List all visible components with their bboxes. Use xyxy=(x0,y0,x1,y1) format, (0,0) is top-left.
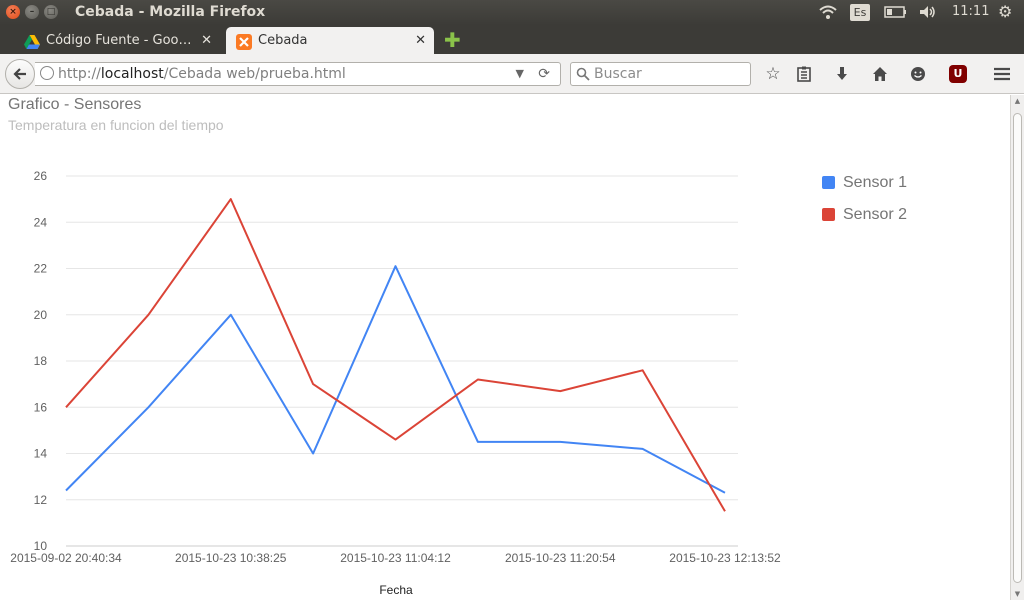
tab-close-icon[interactable]: ✕ xyxy=(201,27,212,54)
home-icon[interactable] xyxy=(869,63,891,85)
vertical-scrollbar[interactable]: ▲ ▼ xyxy=(1010,95,1024,600)
line-chart: 1012141618202224262015-09-02 20:40:34 201… xyxy=(10,169,781,597)
y-tick-label: 16 xyxy=(34,400,48,414)
series-line-sensor-1 xyxy=(65,265,726,494)
bookmark-star-icon[interactable]: ☆ xyxy=(762,63,784,85)
tab-label: Cebada xyxy=(258,33,308,48)
x-tick-label: 2015-10-23 11:04:12 xyxy=(340,551,451,565)
tab-label: Código Fuente - Goo… xyxy=(46,33,192,48)
tab-codigo-fuente[interactable]: Código Fuente - Goo… ✕ xyxy=(14,27,220,54)
legend-swatch-sensor-2 xyxy=(822,208,835,221)
url-text[interactable]: http://localhost/Cebada web/prueba.html xyxy=(58,63,346,85)
back-arrow-icon[interactable] xyxy=(5,59,35,89)
clock[interactable]: 11:11 xyxy=(952,4,989,19)
legend-label: Sensor 1 xyxy=(843,174,908,191)
y-tick-label: 20 xyxy=(34,308,48,322)
window-title: Cebada - Mozilla Firefox xyxy=(75,4,266,20)
x-tick-label: 2015-10-23 11:20:54 xyxy=(505,551,616,565)
google-drive-icon xyxy=(24,33,40,49)
legend-label: Sensor 2 xyxy=(843,206,908,223)
keyboard-layout-indicator[interactable]: Es xyxy=(850,4,870,21)
series-line-sensor-2 xyxy=(65,198,726,512)
scroll-down-arrow-icon[interactable]: ▼ xyxy=(1011,590,1024,598)
search-input[interactable] xyxy=(594,65,744,83)
battery-icon[interactable] xyxy=(884,4,908,24)
tab-cebada[interactable]: Cebada ✕ xyxy=(226,27,434,54)
y-tick-label: 14 xyxy=(34,447,48,461)
legend-swatch-sensor-1 xyxy=(822,176,835,189)
x-tick-label: 2015-09-02 20:40:34 xyxy=(10,551,122,565)
y-tick-label: 18 xyxy=(34,354,48,368)
x-tick-label: 2015-10-23 10:38:25 xyxy=(175,551,287,565)
ublock-icon[interactable]: U xyxy=(949,65,967,83)
url-bar[interactable]: http://localhost/Cebada web/prueba.html … xyxy=(35,62,561,86)
window-title-bar: × – □ Cebada - Mozilla Firefox Es 11:11 … xyxy=(0,0,1024,25)
y-tick-label: 26 xyxy=(34,169,48,183)
window-maximize-button[interactable]: □ xyxy=(44,5,58,19)
wifi-icon[interactable] xyxy=(818,4,838,24)
reload-icon[interactable]: ⟳ xyxy=(538,63,550,85)
y-tick-label: 22 xyxy=(34,262,48,276)
system-gear-icon[interactable]: ⚙ xyxy=(998,2,1012,21)
y-tick-label: 12 xyxy=(34,493,48,507)
volume-icon[interactable] xyxy=(918,4,938,24)
x-axis-title: Fecha xyxy=(379,583,413,597)
hamburger-menu-icon[interactable] xyxy=(991,63,1013,85)
scroll-up-arrow-icon[interactable]: ▲ xyxy=(1011,97,1024,105)
download-arrow-icon[interactable] xyxy=(831,63,853,85)
chat-smiley-icon[interactable] xyxy=(907,63,929,85)
y-tick-label: 24 xyxy=(34,215,48,229)
xampp-icon xyxy=(236,33,252,50)
search-icon xyxy=(576,63,590,89)
reading-list-icon[interactable] xyxy=(793,63,815,85)
tab-strip: Código Fuente - Goo… ✕ Cebada ✕ xyxy=(0,25,1024,54)
search-bar[interactable] xyxy=(570,62,751,86)
window-minimize-button[interactable]: – xyxy=(25,5,39,19)
new-tab-plus-icon[interactable]: ✚ xyxy=(444,30,461,50)
globe-icon xyxy=(40,66,54,80)
window-close-button[interactable]: × xyxy=(6,5,20,19)
x-tick-label: 2015-10-23 12:13:52 xyxy=(669,551,781,565)
tab-close-icon[interactable]: ✕ xyxy=(415,27,426,54)
url-dropdown-icon[interactable]: ▼ xyxy=(516,63,524,85)
scrollbar-thumb[interactable] xyxy=(1013,113,1022,583)
